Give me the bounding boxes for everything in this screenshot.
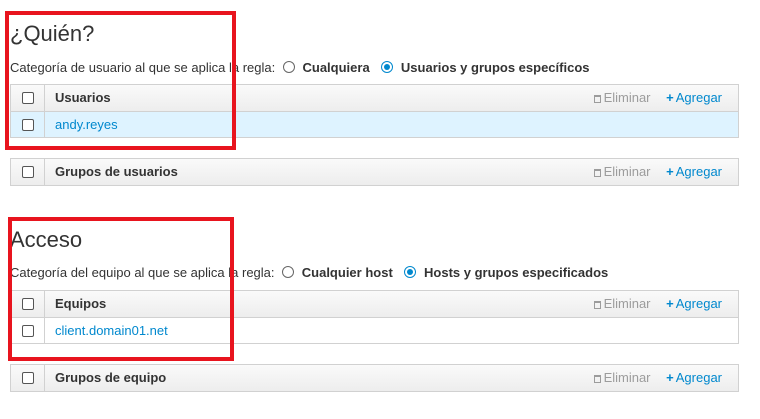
plus-icon: + [666, 90, 674, 105]
user-groups-column-header: Grupos de usuarios [55, 164, 178, 179]
host-groups-delete-button[interactable]: Eliminar [593, 370, 651, 385]
plus-icon: + [666, 370, 674, 385]
radio-specific-hosts-label[interactable]: Hosts y grupos especificados [424, 264, 608, 282]
plus-icon: + [666, 164, 674, 179]
host-groups-add-button[interactable]: + Agregar [666, 370, 722, 385]
radio-specific-users-label[interactable]: Usuarios y grupos específicos [401, 59, 590, 77]
radio-specific-users[interactable] [381, 61, 394, 73]
highlight-box-access [8, 217, 234, 361]
radio-any-user[interactable] [282, 61, 295, 73]
host-groups-column-header: Grupos de equipo [55, 370, 167, 385]
host-groups-table: Grupos de equipo Eliminar + Agregar [10, 364, 739, 392]
user-groups-select-all-checkbox[interactable] [22, 166, 34, 178]
host-groups-actions: Eliminar + Agregar [593, 365, 722, 391]
host-groups-select-all-checkbox[interactable] [22, 372, 34, 384]
user-groups-actions: Eliminar + Agregar [593, 159, 722, 185]
user-groups-add-button[interactable]: + Agregar [666, 164, 722, 179]
radio-any-user-label[interactable]: Cualquiera [302, 59, 369, 77]
trash-icon [593, 375, 601, 383]
hosts-delete-button[interactable]: Eliminar [593, 296, 651, 311]
radio-any-host[interactable] [282, 266, 295, 278]
trash-icon [593, 169, 601, 177]
hosts-add-button[interactable]: + Agregar [666, 296, 722, 311]
users-actions: Eliminar + Agregar [593, 85, 722, 111]
trash-icon [593, 301, 601, 309]
plus-icon: + [666, 296, 674, 311]
highlight-box-who [5, 11, 236, 150]
radio-specific-hosts[interactable] [404, 266, 417, 278]
user-groups-table: Grupos de usuarios Eliminar + Agregar [10, 158, 739, 186]
trash-icon [593, 95, 601, 103]
user-groups-delete-button[interactable]: Eliminar [593, 164, 651, 179]
user-groups-table-header: Grupos de usuarios Eliminar + Agregar [11, 159, 738, 185]
users-delete-button[interactable]: Eliminar [593, 90, 651, 105]
host-groups-table-header: Grupos de equipo Eliminar + Agregar [11, 365, 738, 391]
radio-any-host-label[interactable]: Cualquier host [302, 264, 393, 282]
users-add-button[interactable]: + Agregar [666, 90, 722, 105]
hosts-actions: Eliminar + Agregar [593, 291, 722, 317]
